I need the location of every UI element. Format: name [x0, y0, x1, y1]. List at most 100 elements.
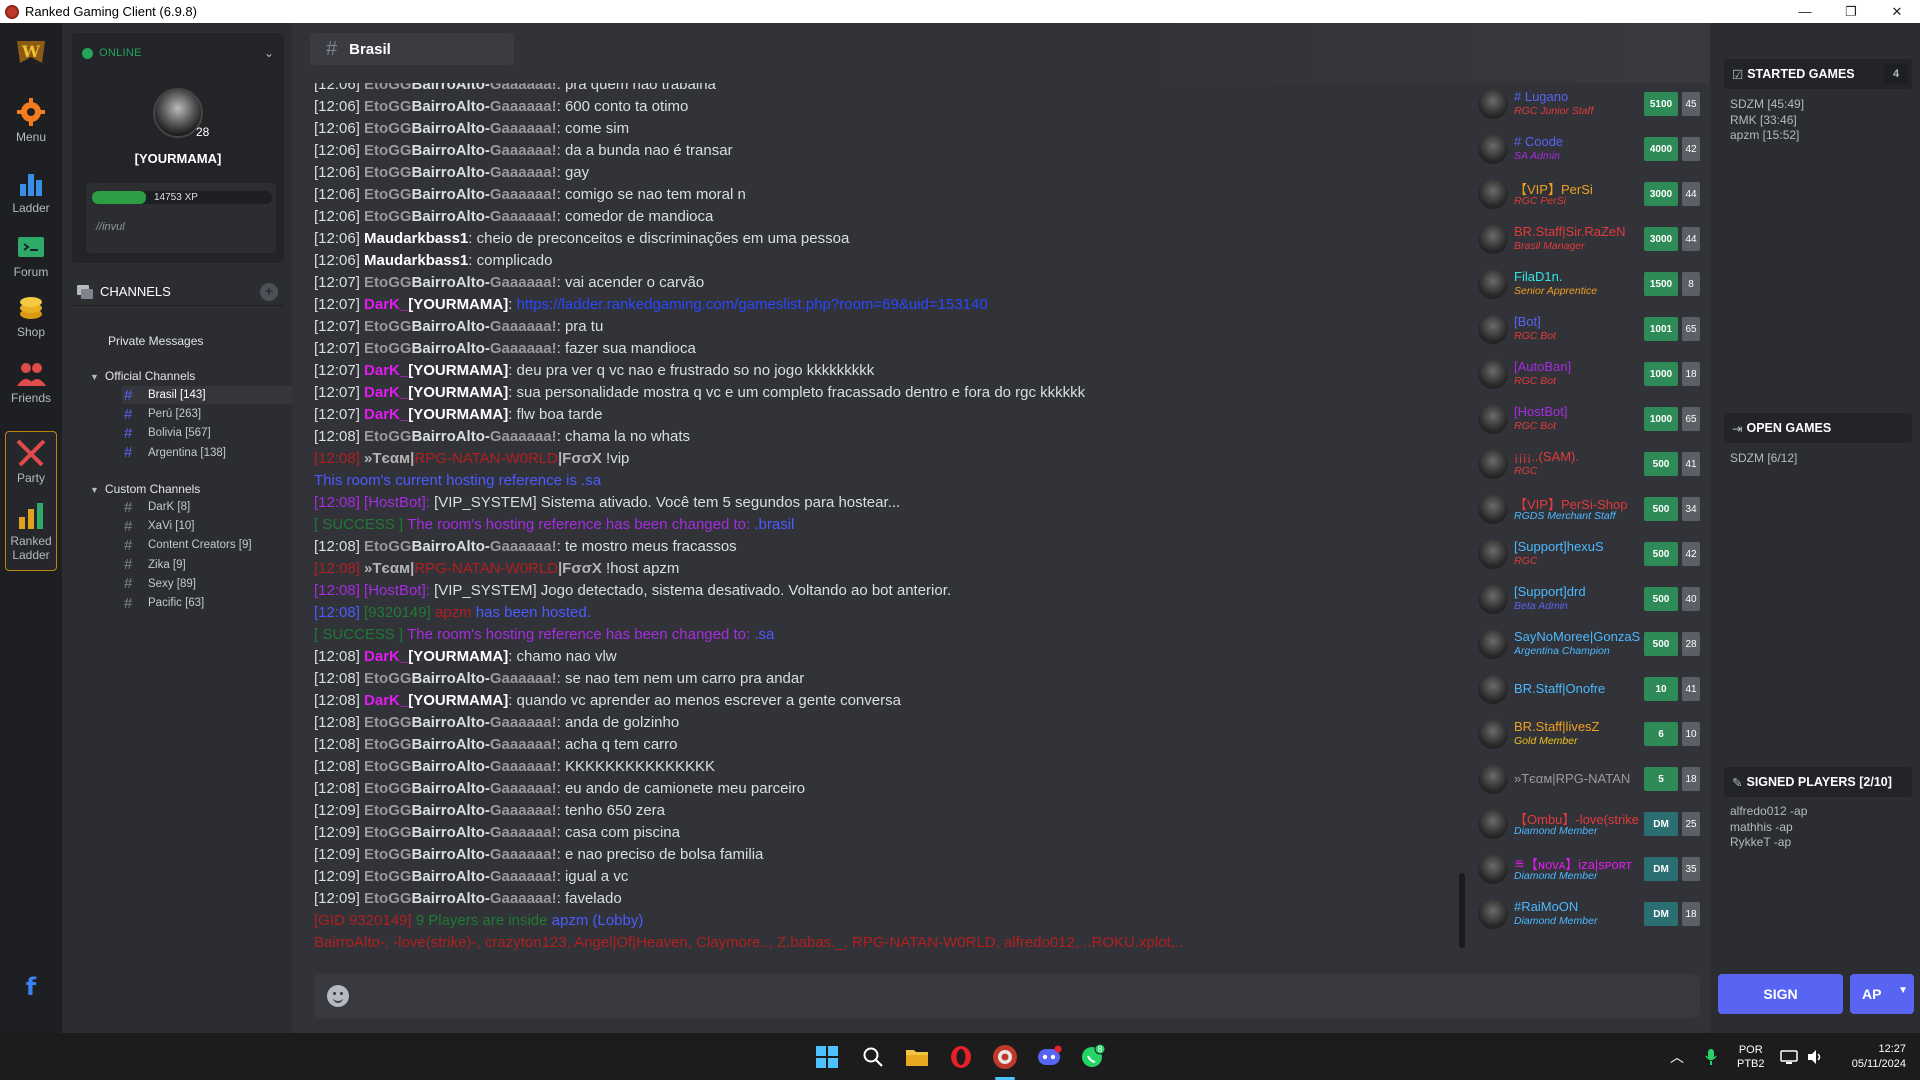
game-entry[interactable]: RMK [33:46] — [1730, 113, 1804, 129]
status-dropdown[interactable]: ONLINE ⌄ — [82, 46, 274, 60]
user-row[interactable]: 【VIP】PerSi RGC PerSi 3000 44 — [1470, 173, 1700, 215]
user-row[interactable]: ¡¡¡¡..(SAM). RGC 500 41 — [1470, 443, 1700, 485]
channel-item[interactable]: # Content Creators [9] — [122, 536, 292, 554]
message-time: [12:08] — [314, 692, 360, 709]
message-author: EtoGG — [364, 802, 412, 819]
facebook-icon: f — [25, 973, 37, 1001]
message-time: [12:07] — [314, 406, 360, 423]
chat-message: [12:07] EtoGGBairroAlto-Gaaaaaa!: pra tu — [314, 316, 1484, 338]
user-row[interactable]: 【Ombu】-love(strike Diamond Member DM 25 — [1470, 803, 1700, 845]
volume-icon[interactable] — [1806, 1033, 1824, 1080]
user-row[interactable]: FilaD1n. Senior Apprentice 1500 8 — [1470, 263, 1700, 305]
file-explorer-icon[interactable] — [903, 1043, 931, 1071]
channel-item[interactable]: # Argentina [138] — [122, 444, 292, 462]
message-link[interactable]: https://ladder.rankedgaming.com/gameslis… — [517, 296, 988, 313]
user-row[interactable]: [Support]hexuS RGC 500 42 — [1470, 533, 1700, 575]
clock[interactable]: 12:27 05/11/2024 — [1838, 1033, 1906, 1080]
message-text: [VIP_SYSTEM] Sistema ativado. Você tem 5… — [429, 494, 901, 511]
game-entry[interactable]: RykkeT -ap — [1730, 835, 1807, 851]
channel-item[interactable]: # Zika [9] — [122, 556, 292, 574]
rail-ranked-ladder[interactable]: Ranked Ladder — [0, 501, 62, 562]
ranked-gaming-icon[interactable] — [991, 1043, 1019, 1071]
game-entry[interactable]: SDZM [6/12] — [1730, 451, 1797, 467]
user-row[interactable]: [AutoBan] RGC Bot 1000 18 — [1470, 353, 1700, 395]
add-channel-button[interactable]: + — [260, 282, 278, 301]
user-title: RGC — [1514, 555, 1538, 567]
user-row[interactable]: SayNoMoree|GonzaS Argentina Champion 500 28 — [1470, 623, 1700, 665]
channel-item[interactable]: # Sexy [89] — [122, 575, 292, 593]
official-channels-group[interactable]: ▼ Official Channels — [90, 369, 195, 383]
maximize-button[interactable]: ❐ — [1828, 0, 1874, 23]
status-message[interactable]: //invul — [96, 221, 125, 233]
opera-icon[interactable] — [947, 1043, 975, 1071]
user-row[interactable]: [Bot] RGC Bot 1001 65 — [1470, 308, 1700, 350]
message-input[interactable] — [364, 982, 1684, 1010]
microphone-icon[interactable] — [1705, 1033, 1717, 1080]
channel-item[interactable]: # Perú [263] — [122, 405, 292, 423]
user-row[interactable]: #RaiMoON Diamond Member DM 18 — [1470, 893, 1700, 935]
chat-message: [ SUCCESS ] The room's hosting reference… — [314, 624, 1484, 646]
channel-users-list[interactable]: # Lugano RGC Junior Staff 5100 45 # Coode SA … — [1470, 88, 1700, 988]
language-indicator[interactable]: POR PTB2 — [1737, 1033, 1765, 1080]
message-author: [HostBot]: — [364, 494, 430, 511]
warcraft-logo[interactable]: W — [0, 37, 62, 67]
main-area: # Brasil [12:06] EtoGGBairroAlto-Gaaaaaa… — [292, 23, 1710, 1033]
rail-menu[interactable]: Menu — [0, 97, 62, 144]
user-level-badge: 8 — [1682, 272, 1700, 296]
sign-button[interactable]: SIGN — [1718, 974, 1843, 1014]
game-entry[interactable]: alfredo012 -ap — [1730, 804, 1807, 820]
user-row[interactable]: [Support]drd Beta Admin 500 40 — [1470, 578, 1700, 620]
private-messages-link[interactable]: Private Messages — [108, 334, 203, 348]
user-level-badge: 35 — [1682, 857, 1700, 881]
minimize-button[interactable]: — — [1782, 0, 1828, 23]
windows-start-icon[interactable] — [813, 1043, 841, 1071]
rail-forum[interactable]: Forum — [0, 234, 62, 279]
ap-dropdown-button[interactable]: AP ▼ — [1850, 974, 1914, 1014]
scrollbar-thumb[interactable] — [1459, 873, 1465, 948]
channel-item[interactable]: # Pacific [63] — [122, 594, 292, 612]
emoji-icon[interactable] — [327, 985, 349, 1007]
channel-item[interactable]: # Bolivia [567] — [122, 424, 292, 442]
chevron-up-icon: ︿ — [1670, 1048, 1684, 1065]
user-row[interactable]: »Tєαм|RPG-NATAN 5 18 — [1470, 758, 1700, 800]
tray-expand-icon[interactable]: ︿ — [1670, 1033, 1684, 1080]
channel-item[interactable]: # Brasil [143] — [122, 386, 292, 404]
facebook-link[interactable]: f — [0, 973, 62, 1001]
user-row[interactable]: # Coode SA Admin 4000 42 — [1470, 128, 1700, 170]
close-button[interactable]: ✕ — [1874, 0, 1920, 23]
rail-ladder[interactable]: Ladder — [0, 170, 62, 215]
user-row[interactable]: BR.Staff|Sir.RaZeN Brasil Manager 3000 44 — [1470, 218, 1700, 260]
custom-channels-group[interactable]: ▼ Custom Channels — [90, 482, 200, 496]
tab-brasil[interactable]: # Brasil — [310, 33, 514, 65]
message-time: [12:09] — [314, 890, 360, 907]
chat-message: [12:08] [HostBot]: [VIP_SYSTEM] Sistema … — [314, 492, 1484, 514]
user-row[interactable]: # Lugano RGC Junior Staff 5100 45 — [1470, 88, 1700, 125]
chat-log[interactable]: [12:06] EtoGGBairroAlto-Gaaaaaa!: pra qu… — [314, 83, 1484, 989]
game-entry[interactable]: mathhis -ap — [1730, 820, 1807, 836]
chat-message: [12:07] EtoGGBairroAlto-Gaaaaaa!: fazer … — [314, 338, 1484, 360]
chevron-down-icon: ▼ — [1898, 985, 1908, 996]
whatsapp-icon[interactable]: 8 — [1079, 1043, 1107, 1071]
rail-friends[interactable]: Friends — [0, 360, 62, 405]
chat-scrollbar[interactable] — [1458, 83, 1466, 989]
rail-party[interactable]: Party — [0, 438, 62, 485]
discord-icon[interactable] — [1035, 1043, 1063, 1071]
user-row[interactable]: BR.Staff|livesZ Gold Member 6 10 — [1470, 713, 1700, 755]
game-entry[interactable]: SDZM [45:49] — [1730, 97, 1804, 113]
search-icon[interactable] — [859, 1043, 887, 1071]
message-text: : comedor de mandioca — [556, 208, 714, 225]
rail-shop[interactable]: Shop — [0, 294, 62, 339]
user-row[interactable]: [HostBot] RGC Bot 1000 65 — [1470, 398, 1700, 440]
channel-label: Brasil [143] — [148, 389, 206, 401]
user-row[interactable]: ≝【ɴᴏᴠᴀ】iza|sᴘᴏʀᴛ Diamond Member DM 35 — [1470, 848, 1700, 890]
hash-icon: # — [124, 386, 133, 404]
channel-item[interactable]: # XaVi [10] — [122, 517, 292, 535]
user-row[interactable]: BR.Staff|Onofre 10 41 — [1470, 668, 1700, 710]
message-time: [12:06] — [314, 120, 360, 137]
game-entry[interactable]: apzm [15:52] — [1730, 128, 1804, 144]
message-author: Gaaaaaa! — [489, 868, 557, 885]
channel-item[interactable]: # DarK [8] — [122, 498, 292, 516]
user-title: RGC Bot — [1514, 420, 1557, 432]
user-row[interactable]: 【VIP】PerSi-Shop RGDS Merchant Staff 500 34 — [1470, 488, 1700, 530]
network-icon[interactable] — [1780, 1033, 1798, 1080]
